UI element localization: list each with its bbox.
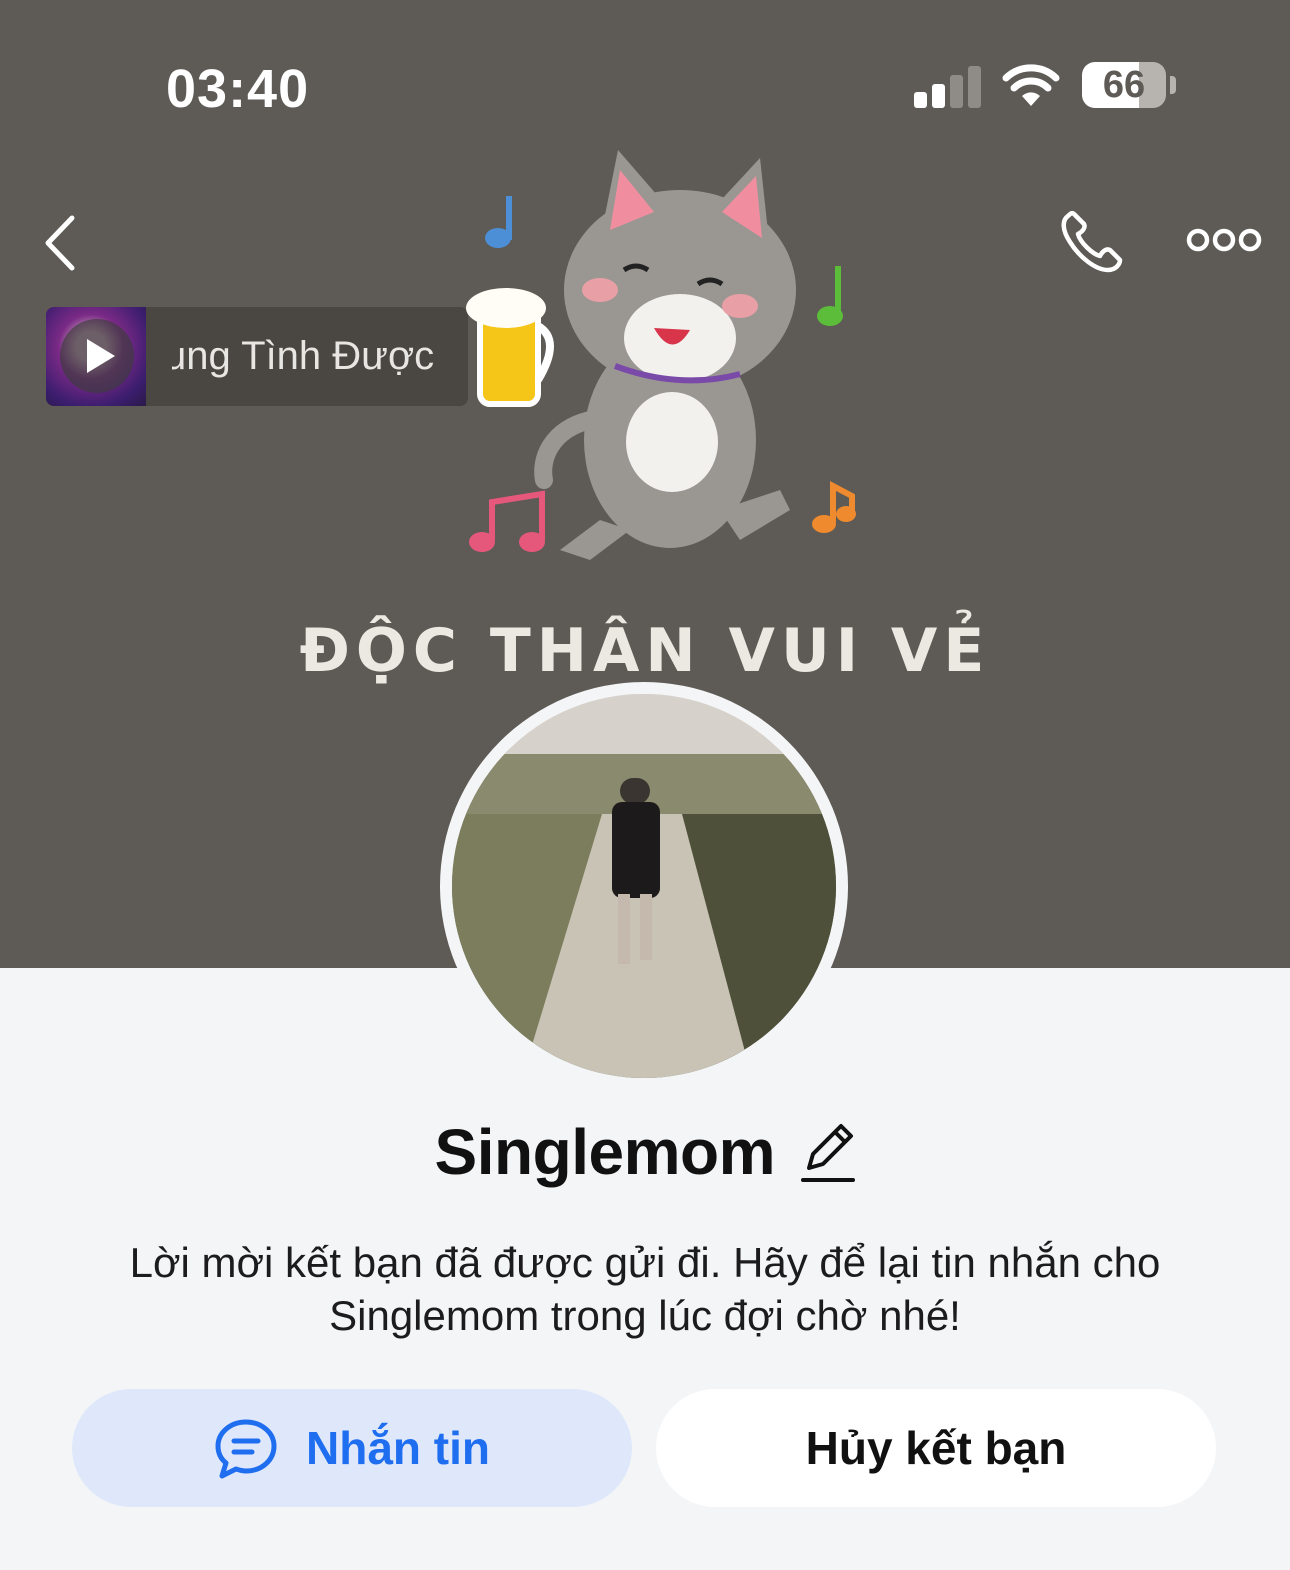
message-button-label: Nhắn tin (306, 1422, 490, 1474)
battery-nub (1170, 76, 1176, 94)
message-button[interactable]: Nhắn tin (72, 1389, 632, 1507)
status-time: 03:40 (166, 59, 310, 119)
music-note-green (817, 266, 843, 326)
chevron-left-icon[interactable] (36, 212, 88, 274)
chat-bubble-icon (215, 1419, 277, 1479)
avatar[interactable] (440, 682, 848, 1090)
battery-icon: 66 (1082, 62, 1166, 108)
unfriend-button-label: Hủy kết bạn (805, 1422, 1067, 1474)
music-note-blue (485, 196, 512, 248)
unfriend-button[interactable]: Hủy kết bạn (656, 1389, 1216, 1507)
profile-name: Singlemom (434, 1116, 776, 1188)
music-note-orange (812, 481, 856, 533)
cellular-signal-icon (914, 66, 981, 108)
music-player[interactable]: ung Tình Được (46, 307, 468, 406)
music-title: ung Tình Được (172, 334, 435, 378)
avatar-photo (452, 694, 836, 1078)
music-thumbnail (46, 307, 146, 406)
profile-name-row: Singlemom (0, 1115, 1290, 1195)
phone-icon[interactable] (1058, 208, 1126, 276)
friend-request-message: Lời mời kết bạn đã được gửi đi. Hãy để l… (129, 1239, 1161, 1339)
play-icon[interactable] (60, 319, 134, 393)
avatar-photo-art (452, 694, 836, 1078)
dancing-cat-illustration (466, 150, 856, 560)
wifi-icon (1002, 64, 1060, 106)
pencil-edit-icon[interactable] (801, 1120, 856, 1184)
battery-level: 66 (1102, 64, 1146, 106)
more-dots-icon[interactable] (1186, 224, 1262, 256)
cover-caption: ĐỘC THÂN VUI VẺ (299, 616, 991, 686)
music-note-pink (469, 490, 545, 552)
